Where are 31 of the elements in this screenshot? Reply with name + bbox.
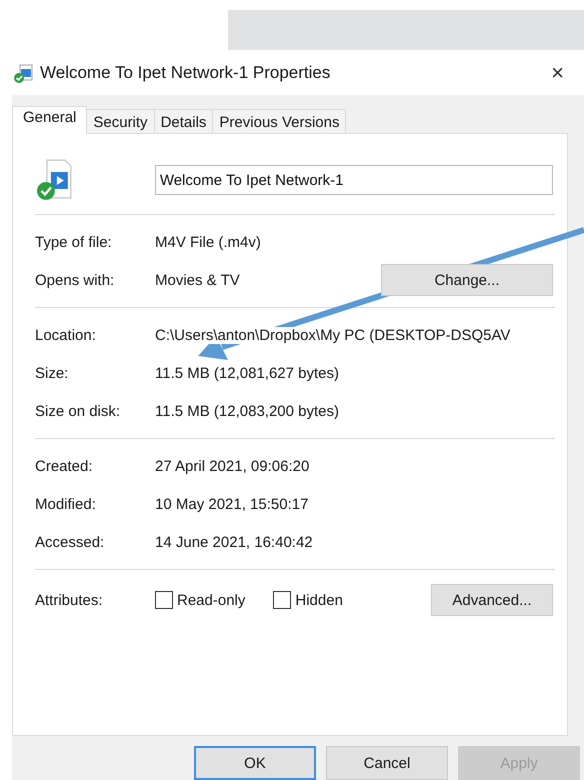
tab[interactable]: Previous Versions xyxy=(212,109,346,133)
property-value: 10 May 2021, 15:50:17 xyxy=(155,496,308,512)
property-value: Movies & TV xyxy=(155,272,240,288)
property-value: C:\Users\anton\Dropbox\My PC (DESKTOP-DSQ5AV xyxy=(155,326,510,344)
property-label: Type of file: xyxy=(35,234,113,250)
advanced-button[interactable]: Advanced... xyxy=(431,584,553,616)
tab[interactable]: General xyxy=(12,106,88,134)
tab[interactable]: Security xyxy=(86,109,155,133)
property-value: 14 June 2021, 16:40:42 xyxy=(155,534,313,550)
property-label: Accessed: xyxy=(35,534,106,550)
checkbox[interactable] xyxy=(155,591,173,609)
property-label: Opens with: xyxy=(35,272,116,288)
property-label: Created: xyxy=(35,458,94,474)
close-button[interactable]: × xyxy=(547,60,568,86)
property-value: 27 April 2021, 09:06:20 xyxy=(155,458,310,474)
property-label: Size on disk: xyxy=(35,402,122,420)
property-value: M4V File (.m4v) xyxy=(155,234,261,250)
change-button[interactable]: Change... xyxy=(381,264,553,296)
window-title: Welcome To Ipet Network-1 Properties xyxy=(40,62,330,82)
property-value: 11.5 MB (12,083,200 bytes) xyxy=(155,402,339,420)
dialog-button[interactable]: Cancel xyxy=(326,746,448,780)
dialog-button[interactable]: OK xyxy=(194,746,316,780)
property-value: 11.5 MB (12,081,627 bytes) xyxy=(155,364,339,382)
checkbox-label: Read-only xyxy=(177,592,246,608)
file-name-field[interactable]: Welcome To Ipet Network-1 xyxy=(154,165,553,195)
property-label: Modified: xyxy=(35,496,97,512)
property-label: Attributes: xyxy=(35,592,104,608)
property-label: Location: xyxy=(35,326,97,344)
checkbox-label: Hidden xyxy=(295,592,343,608)
property-label: Size: xyxy=(35,364,70,382)
checkbox[interactable] xyxy=(273,591,292,609)
